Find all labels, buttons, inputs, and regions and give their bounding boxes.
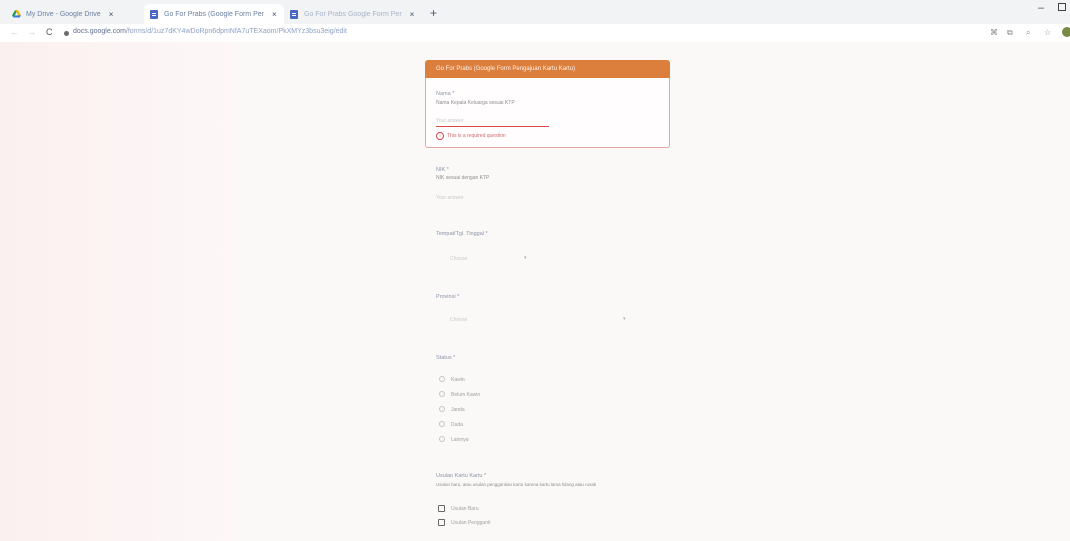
tab-forms[interactable]: Go For Prabs Google Form Per × (284, 4, 424, 24)
close-icon[interactable]: × (272, 10, 277, 19)
maximize-button[interactable] (1058, 3, 1066, 11)
page-background (0, 42, 235, 541)
minimize-button[interactable]: – (1038, 2, 1044, 14)
new-tab-button[interactable]: + (430, 6, 437, 20)
radio-kawin[interactable] (439, 376, 445, 382)
question-label: Usulan Kartu Kartu * (436, 473, 487, 479)
checkbox-usulan-pengganti[interactable] (438, 519, 445, 526)
birth-select[interactable]: Choose (450, 256, 467, 262)
chevron-down-icon[interactable]: ▾ (623, 316, 626, 322)
star-icon[interactable]: ☆ (1044, 28, 1051, 37)
reload-button[interactable]: C (46, 27, 53, 37)
nik-input[interactable]: Your answer (436, 195, 464, 201)
error-icon: ! (436, 132, 444, 140)
radio-lainnya[interactable] (439, 436, 445, 442)
tab-forms-active[interactable]: Go For Prabs (Google Form Per × (144, 4, 284, 24)
option-label: Duda (451, 422, 463, 428)
question-label: Provinsi * (436, 294, 460, 300)
radio-belum-kawin[interactable] (439, 391, 445, 397)
question-label: Tempat/Tgl. Tinggal * (436, 231, 488, 237)
question-description: NIK sesuai dengan KTP (436, 175, 490, 181)
tab-my-drive[interactable]: My Drive - Google Drive × (6, 4, 140, 24)
option-label: Usulan Pengganti (451, 520, 491, 526)
url-path: /forms/d/1uz7dKY4wDoRpn6dpmNfA7uTEXaom/P… (125, 28, 347, 35)
radio-janda[interactable] (439, 406, 445, 412)
tab-title: Go For Prabs Google Form Per (304, 10, 402, 18)
option-label: Usulan Baru (451, 506, 479, 512)
chevron-down-icon[interactable]: ▾ (524, 255, 527, 261)
question-label: Nama * (436, 91, 455, 97)
radio-duda[interactable] (439, 421, 445, 427)
google-drive-icon (12, 10, 21, 18)
province-select[interactable]: Choose (450, 317, 467, 323)
share-icon[interactable]: ⌘ (990, 28, 998, 37)
tab-title: Go For Prabs (Google Form Per (164, 10, 264, 18)
tab-title: My Drive - Google Drive (26, 10, 101, 18)
option-label: Kawin (451, 377, 465, 383)
back-button[interactable]: ← (10, 27, 19, 37)
question-label: NIK * (436, 167, 449, 173)
search-icon[interactable]: ⌕ (1026, 28, 1030, 38)
question-description: Usulan baru, atau usulan penggantian kar… (436, 482, 597, 487)
google-forms-icon (150, 9, 158, 19)
question-card-name: Nama * Nama Kepala Keluarga sesuai KTP Y… (425, 78, 670, 148)
extension-icon[interactable]: ⧉ (1007, 28, 1013, 38)
option-label: Janda (451, 407, 465, 413)
profile-avatar[interactable] (1062, 27, 1070, 37)
forward-button[interactable]: → (27, 27, 36, 37)
close-icon[interactable]: × (109, 10, 114, 19)
tab-strip: My Drive - Google Drive × Go For Prabs (… (0, 0, 1070, 24)
google-forms-icon (290, 9, 298, 19)
form-title: Go For Prabs (Google Form Pengajuan Kart… (425, 60, 670, 78)
question-label: Status * (436, 355, 456, 361)
browser-toolbar: ← → C docs.google.com/forms/d/1uz7dKY4wD… (0, 24, 1070, 42)
close-icon[interactable]: × (410, 10, 415, 19)
error-message: This is a required question (447, 133, 506, 139)
option-label: Lainnya (451, 437, 469, 443)
question-description: Nama Kepala Keluarga sesuai KTP (436, 100, 515, 106)
name-input[interactable]: Your answer (436, 118, 464, 124)
input-underline (436, 126, 549, 127)
checkbox-usulan-baru[interactable] (438, 505, 445, 512)
option-label: Belum Kawin (451, 392, 481, 398)
url-host: docs.google.com (73, 28, 126, 35)
lock-icon[interactable] (64, 31, 69, 36)
address-bar[interactable]: docs.google.com/forms/d/1uz7dKY4wDoRpn6d… (73, 28, 347, 35)
